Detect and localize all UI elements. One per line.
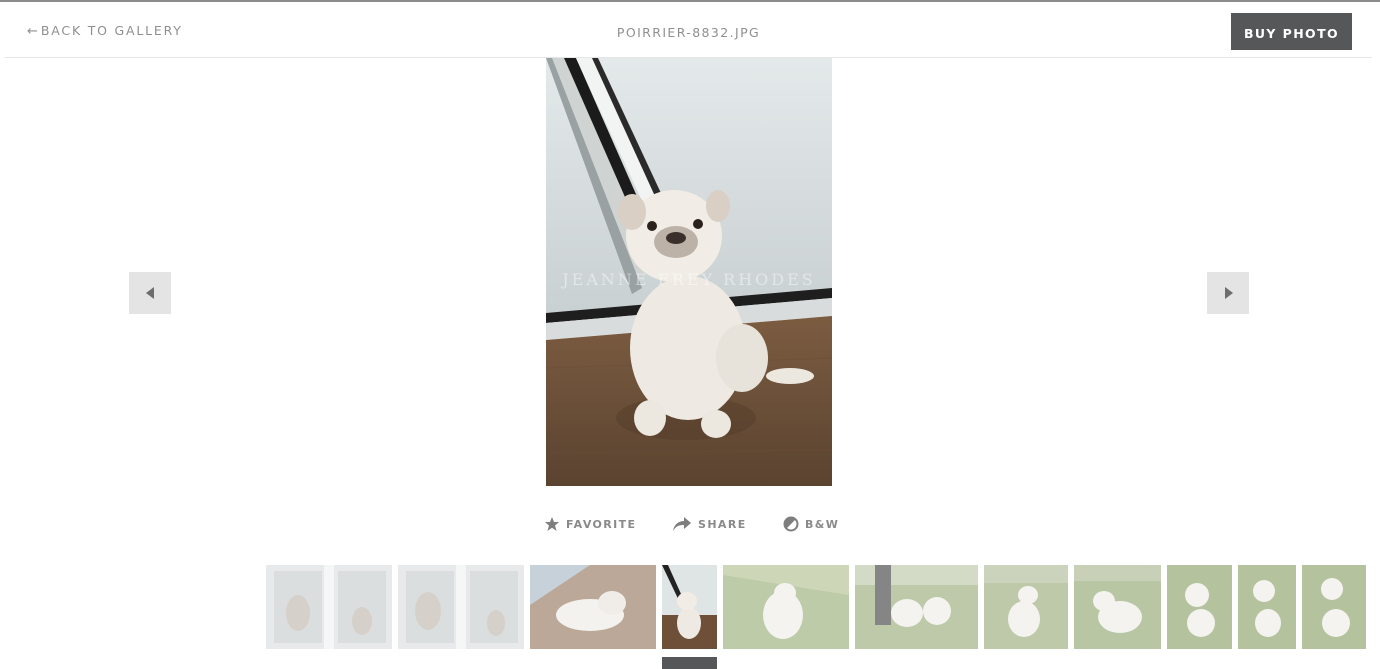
thumbnail[interactable] — [1167, 565, 1232, 649]
favorite-label: FAVORITE — [566, 517, 637, 531]
share-arrow-icon — [673, 517, 691, 531]
favorite-button[interactable]: FAVORITE — [544, 516, 636, 532]
active-thumbnail-indicator — [662, 657, 717, 669]
header-bar: ← BACK TO GALLERY POIRRIER-8832.JPG BUY P… — [5, 2, 1372, 58]
next-photo-button[interactable] — [1207, 272, 1249, 314]
thumbnail[interactable] — [1074, 565, 1161, 649]
thumbnail[interactable] — [1238, 565, 1296, 649]
thumbnail[interactable] — [984, 565, 1068, 649]
thumbnail-strip — [0, 565, 1380, 669]
thumbnail[interactable] — [530, 565, 656, 649]
thumbnail[interactable] — [1302, 565, 1366, 649]
photo-filename: POIRRIER-8832.JPG — [616, 25, 761, 40]
star-icon — [545, 517, 559, 531]
share-label: SHARE — [698, 517, 747, 531]
main-photo: JEANNE FREY RHODES — [546, 58, 832, 486]
black-and-white-button[interactable]: B&W — [783, 516, 839, 532]
bw-label: B&W — [805, 517, 840, 531]
thumbnail[interactable] — [398, 565, 524, 649]
thumbnail[interactable] — [266, 565, 392, 649]
triangle-right-icon — [1225, 287, 1233, 299]
contrast-icon — [783, 516, 799, 532]
buy-photo-button[interactable]: BUY PHOTO — [1231, 13, 1352, 50]
triangle-left-icon — [146, 287, 154, 299]
photo-watermark: JEANNE FREY RHODES — [562, 270, 816, 289]
thumbnail-active[interactable] — [662, 565, 717, 649]
thumbnail[interactable] — [723, 565, 849, 649]
share-button[interactable]: SHARE — [672, 516, 747, 532]
thumbnail[interactable] — [855, 565, 978, 649]
previous-photo-button[interactable] — [129, 272, 171, 314]
